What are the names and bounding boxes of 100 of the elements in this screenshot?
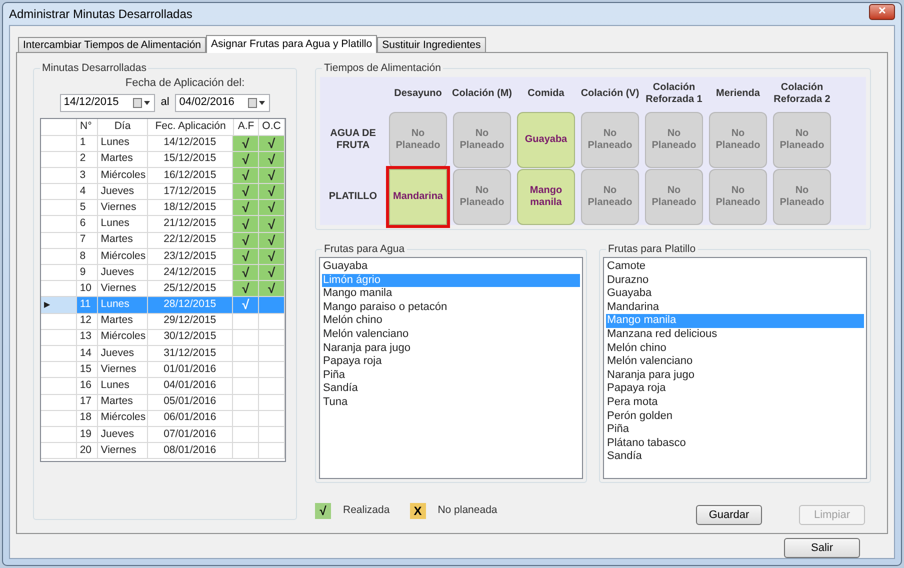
check-mark: √	[242, 298, 250, 312]
check-mark: √	[242, 218, 250, 231]
row-header[interactable]	[41, 330, 77, 346]
table-cell: Miércoles	[98, 330, 148, 346]
meal-tile[interactable]: Guayaba	[517, 112, 575, 168]
row-header[interactable]	[41, 394, 77, 411]
list-item[interactable]: Melón valenciano	[322, 328, 580, 342]
group-title: Tiempos de Alimentación	[322, 61, 443, 75]
row-header[interactable]	[41, 265, 77, 282]
table-cell: Lunes	[98, 297, 148, 314]
list-item[interactable]: Guayaba	[322, 260, 580, 274]
tab[interactable]: Asignar Frutas para Agua y Platillo	[206, 35, 378, 53]
calendar-dropdown-icon	[132, 98, 151, 108]
date-range-label: Fecha de Aplicación del:	[125, 76, 245, 91]
exit-button[interactable]: Salir	[784, 538, 860, 558]
list-item[interactable]: Mango manila	[322, 287, 580, 301]
list-item[interactable]: Perón golden	[606, 410, 864, 424]
list-item[interactable]: Piña	[322, 368, 580, 382]
meal-tile[interactable]: Mandarina	[389, 168, 447, 225]
table-cell: 14	[76, 346, 98, 362]
row-header[interactable]	[41, 200, 77, 216]
row-header[interactable]	[41, 346, 77, 362]
date-field[interactable]: 14/12/2015	[60, 94, 155, 112]
row-header[interactable]	[41, 216, 77, 233]
list-item[interactable]: Tuna	[322, 396, 580, 410]
table-cell: 2	[76, 152, 98, 168]
row-header[interactable]	[41, 168, 77, 184]
table-cell: 16	[76, 378, 98, 394]
list-item[interactable]: Mango paraiso o petacón	[322, 300, 580, 314]
check-mark: √	[268, 250, 276, 263]
row-header[interactable]	[41, 248, 77, 265]
list-item[interactable]: Sandía	[322, 382, 580, 396]
meal-time-header: Comida	[526, 88, 566, 100]
current-row-marker: ▶	[44, 298, 50, 311]
row-header[interactable]	[41, 232, 77, 249]
meal-time-header: Colación (M)	[451, 88, 513, 100]
list-item[interactable]: Guayaba	[606, 287, 864, 301]
table-cell: 6	[76, 216, 98, 233]
row-header[interactable]	[41, 152, 77, 168]
table-cell: 29/12/2015	[148, 314, 234, 330]
row-header[interactable]	[41, 378, 77, 394]
table-cell: Lunes	[98, 136, 148, 152]
row-header[interactable]	[41, 443, 77, 460]
list-item[interactable]: Plátano tabasco	[606, 436, 864, 450]
table-cell: 8	[76, 248, 98, 265]
column-header[interactable]: N°	[77, 118, 98, 136]
list-item[interactable]: Papaya roja	[322, 355, 580, 369]
legend-swatch: X	[410, 503, 426, 519]
tab[interactable]: Intercambiar Tiempos de Alimentación	[18, 37, 206, 52]
list-item[interactable]: Sandía	[606, 450, 864, 464]
row-label: AGUA DE FRUTA	[329, 128, 377, 152]
table-cell: 3	[76, 168, 98, 184]
list-item[interactable]: Melón chino	[322, 314, 580, 328]
list-item[interactable]: Pera mota	[606, 396, 864, 410]
save-button[interactable]: Guardar	[696, 505, 762, 525]
meal-tile[interactable]: Mango manila	[517, 168, 575, 225]
table-cell: 07/01/2016	[148, 426, 234, 444]
list-item[interactable]: Naranja para jugo	[322, 342, 580, 356]
list-item[interactable]: Melón valenciano	[606, 355, 864, 369]
row-header[interactable]	[41, 362, 77, 378]
list-item[interactable]: Camote	[606, 260, 864, 274]
table-cell: Martes	[98, 394, 148, 411]
check-mark: √	[242, 282, 250, 296]
check-mark: √	[268, 282, 276, 296]
check-mark: √	[268, 185, 276, 198]
tab[interactable]: Sustituir Ingredientes	[377, 37, 486, 52]
table-cell: Jueves	[98, 426, 148, 444]
column-header[interactable]: Día	[98, 118, 148, 136]
list-item[interactable]: Manzana red delicious	[606, 328, 864, 342]
list-item[interactable]: Naranja para jugo	[606, 368, 864, 382]
row-header[interactable]	[41, 281, 77, 298]
legend-swatch: √	[315, 503, 331, 519]
row-header[interactable]	[41, 314, 77, 330]
row-header[interactable]	[41, 410, 77, 427]
list-item[interactable]: Melón chino	[606, 342, 864, 356]
table-cell: Lunes	[98, 378, 148, 394]
column-header[interactable]: Fec. Aplicación	[148, 118, 234, 136]
table-cell: 12	[76, 314, 98, 330]
table-cell: 04/01/2016	[148, 378, 234, 394]
meal-time-header: Colación Reforzada 2	[772, 82, 832, 106]
meal-time-header: Desayuno	[393, 88, 443, 100]
window-title: Administrar Minutas Desarrolladas	[9, 6, 192, 23]
list-item[interactable]: Papaya roja	[606, 382, 864, 396]
table-cell: 06/01/2016	[148, 410, 234, 427]
list-item[interactable]: Mandarina	[606, 300, 864, 314]
row-header[interactable]	[41, 426, 77, 444]
table-cell: 9	[76, 265, 98, 282]
row-header[interactable]	[41, 184, 77, 200]
date-field[interactable]: 04/02/2016	[175, 94, 270, 112]
calendar-dropdown-icon	[248, 98, 266, 108]
list-item[interactable]: Durazno	[606, 274, 864, 288]
table-cell: Miércoles	[98, 248, 148, 265]
table-cell: Martes	[98, 232, 148, 249]
check-mark: √	[242, 168, 250, 182]
row-header[interactable]: ▶	[41, 297, 77, 314]
table-cell: 11	[76, 297, 98, 314]
table-cell: Viernes	[98, 443, 148, 460]
check-mark: √	[268, 234, 276, 247]
table-cell: Jueves	[98, 265, 148, 282]
list-item[interactable]: Piña	[606, 423, 864, 437]
